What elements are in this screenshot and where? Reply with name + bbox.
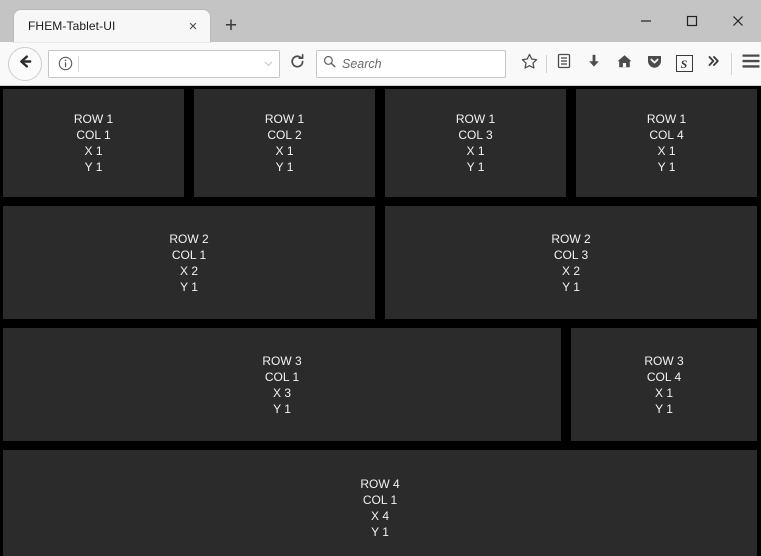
search-bar[interactable] [316, 49, 506, 78]
cell-label: ROW 4 COL 1 X 4 Y 1 [360, 476, 400, 539]
tab-close-icon[interactable]: × [184, 17, 202, 35]
grid-row-4: ROW 4 COL 1 X 4 Y 1 [3, 450, 757, 556]
overflow-button[interactable] [699, 49, 729, 79]
hamburger-menu-icon [741, 52, 761, 75]
cell-label: ROW 1 COL 2 X 1 Y 1 [264, 112, 305, 174]
reload-button[interactable] [282, 49, 312, 79]
grid-cell-r2c1[interactable]: ROW 2 COL 1 X 2 Y 1 [3, 206, 375, 319]
page-content: ROW 1 COL 1 X 1 Y 1 ROW 1 COL 2 X 1 Y 1 … [0, 86, 761, 556]
url-divider [78, 55, 79, 72]
toolbar-divider [546, 54, 547, 73]
grid-cell-r1c2[interactable]: ROW 1 COL 2 X 1 Y 1 [194, 89, 375, 197]
cell-label: ROW 1 COL 3 X 1 Y 1 [455, 112, 496, 174]
library-button[interactable] [549, 49, 579, 79]
close-window-button[interactable] [715, 6, 761, 36]
grid-cell-r1c1[interactable]: ROW 1 COL 1 X 1 Y 1 [3, 89, 184, 197]
app-menu-button[interactable] [736, 49, 761, 79]
grid-cell-r3c4[interactable]: ROW 3 COL 4 X 1 Y 1 [571, 328, 757, 441]
library-icon [556, 53, 572, 74]
maximize-window-button[interactable] [669, 6, 715, 36]
cell-label: ROW 2 COL 1 X 2 Y 1 [169, 231, 209, 294]
url-input[interactable] [82, 51, 259, 76]
title-bar: FHEM-Tablet-UI × + [0, 0, 761, 42]
cell-label: ROW 1 COL 1 X 1 Y 1 [73, 112, 114, 174]
grid-row-3: ROW 3 COL 1 X 3 Y 1 ROW 3 COL 4 X 1 Y 1 [3, 328, 757, 441]
cell-label: ROW 3 COL 1 X 3 Y 1 [262, 353, 302, 416]
home-icon [616, 53, 633, 75]
menu-divider [731, 52, 732, 75]
window-controls [623, 0, 761, 42]
search-input[interactable] [342, 56, 505, 71]
navigation-toolbar: S [0, 42, 761, 86]
home-button[interactable] [609, 49, 639, 79]
chevron-double-right-icon [706, 53, 722, 74]
grid-cell-r2c3[interactable]: ROW 2 COL 3 X 2 Y 1 [385, 206, 757, 319]
grid-cell-r1c3[interactable]: ROW 1 COL 3 X 1 Y 1 [385, 89, 566, 197]
bookmark-star-button[interactable] [514, 49, 544, 79]
cell-label: ROW 1 COL 4 X 1 Y 1 [646, 112, 687, 174]
boxed-s-icon: S [675, 55, 693, 72]
tab-fhem-tablet-ui[interactable]: FHEM-Tablet-UI × [14, 10, 210, 42]
grid-cell-r4c1[interactable]: ROW 4 COL 1 X 4 Y 1 [3, 450, 757, 556]
search-icon [323, 55, 336, 73]
grid-row-2: ROW 2 COL 1 X 2 Y 1 ROW 2 COL 3 X 2 Y 1 [3, 206, 757, 319]
tab-strip: FHEM-Tablet-UI × + [0, 0, 246, 42]
new-tab-button[interactable]: + [216, 10, 246, 40]
extension-s-button[interactable]: S [669, 49, 699, 79]
pocket-button[interactable] [639, 49, 669, 79]
grid-row-1: ROW 1 COL 1 X 1 Y 1 ROW 1 COL 2 X 1 Y 1 … [3, 89, 757, 197]
reload-icon [289, 53, 306, 75]
cell-label: ROW 2 COL 3 X 2 Y 1 [551, 231, 591, 294]
back-arrow-icon [17, 53, 34, 75]
downloads-button[interactable] [579, 49, 609, 79]
pocket-shield-icon [646, 53, 663, 75]
tab-title: FHEM-Tablet-UI [28, 19, 116, 33]
browser-window: FHEM-Tablet-UI × + Search S ROW 1 COL 1 … [0, 0, 761, 556]
grid-cell-r1c4[interactable]: ROW 1 COL 4 X 1 Y 1 [576, 89, 757, 197]
minimize-window-button[interactable] [623, 6, 669, 36]
back-button[interactable] [8, 46, 42, 81]
star-icon [521, 53, 538, 75]
toolbar-buttons: S [514, 49, 761, 79]
info-circle-icon[interactable] [53, 52, 77, 76]
download-arrow-icon [586, 53, 602, 74]
grid-cell-r3c1[interactable]: ROW 3 COL 1 X 3 Y 1 [3, 328, 561, 441]
chevron-down-icon[interactable] [259, 52, 277, 76]
cell-label: ROW 3 COL 4 X 1 Y 1 [644, 353, 684, 416]
url-bar[interactable] [48, 49, 280, 78]
